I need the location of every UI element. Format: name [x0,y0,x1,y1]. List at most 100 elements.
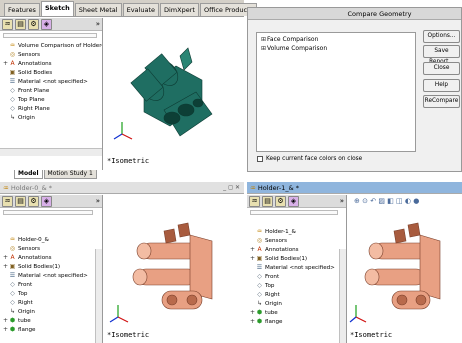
tree-item[interactable]: + ⬢ tube [250,308,335,317]
tree-item[interactable]: ☰ Material <not specified> [250,263,335,272]
tab-dimxpert[interactable]: DimXpert [160,3,199,16]
tree-item[interactable]: ◎ Sensors [250,236,335,245]
plane-icon: ◇ [257,291,262,298]
tree-item[interactable]: ◇ Right [250,290,335,299]
close-button[interactable]: Close [423,62,460,75]
feature-tree-icon[interactable]: ♒ [249,195,260,207]
holder0-feature-manager: ♒ ▤ ⚙ ◈ » ♒ Holder-0_& ◎ Sensors + A Annotatio… [0,195,103,343]
dialog-title: Compare Geometry [347,9,412,18]
sensor-icon: ◎ [9,245,16,252]
filter-bar[interactable] [250,210,338,215]
part-icon: ♒ [9,42,16,49]
tree-item[interactable]: ◇ Front [250,272,335,281]
keep-colors-checkbox[interactable] [257,156,263,162]
tab-features[interactable]: Features [4,3,40,16]
display-manager-icon[interactable]: ◈ [288,195,299,207]
configuration-icon[interactable]: ⚙ [28,195,39,207]
plane-icon: ◇ [10,87,15,94]
tab-sketch[interactable]: Sketch [40,1,74,16]
tree-item[interactable]: ◇ Top Plane [3,95,102,104]
view-orientation-label: *Isometric [350,331,393,339]
origin-icon: ↳ [256,300,263,307]
tree-item[interactable]: + ⬢ flange [250,317,335,326]
tree-item[interactable]: ♒ Holder-0_& [3,235,88,244]
tree-item[interactable]: + ▣ Solid Bodies(1) [250,254,335,263]
tree-item[interactable]: + A Annotations [3,59,102,68]
tree-item-label: Top [265,282,275,289]
holder1-window-titlebar[interactable]: ♒ Holder-1_& * [247,182,462,194]
tree-item[interactable]: ▣ Solid Bodies [3,68,102,77]
vertical-scrollbar[interactable] [339,249,346,343]
list-item-volume-comparison[interactable]: ⊞ Volume Comparison [261,44,411,53]
property-manager-icon[interactable]: ▤ [15,18,26,30]
tree-item[interactable]: ↳ Origin [250,299,335,308]
tree-item[interactable]: ◇ Top [250,281,335,290]
tree-item[interactable]: ☰ Material <not specified> [3,271,88,280]
tree-item[interactable]: + ⬢ flange [3,325,88,334]
tab-model[interactable]: Model [14,170,43,179]
tree-item[interactable]: ◇ Front [3,280,88,289]
solid-bodies-icon: ▣ [9,69,16,76]
expand-chevron-icon[interactable]: » [96,20,100,28]
tree-item[interactable]: ♒Volume Comparison of Holder-0_& [3,41,102,50]
vertical-scrollbar[interactable] [95,249,102,343]
tree-item[interactable]: ◇ Right Plane [3,104,102,113]
tab-motion-study-1[interactable]: Motion Study 1 [43,170,97,179]
feature-tree-icon[interactable]: ♒ [2,18,13,30]
tab-evaluate[interactable]: Evaluate [122,3,159,16]
tree-item[interactable]: ◎ Sensors [3,50,102,59]
tree-item-label: Sensors [18,245,41,252]
horizontal-scrollbar[interactable] [0,148,102,156]
tree-item[interactable]: ◇ Right [3,298,88,307]
display-manager-icon[interactable]: ◈ [41,18,52,30]
feature-tree-icon[interactable]: ♒ [2,195,13,207]
expand-chevron-icon[interactable]: » [96,197,100,205]
expand-chevron-icon[interactable]: » [340,197,344,205]
tree-item[interactable]: + A Annotations [3,253,88,262]
help-button[interactable]: Help [423,79,460,92]
annotation-icon: A [10,254,15,261]
configuration-icon[interactable]: ⚙ [28,18,39,30]
plane-icon: ◇ [257,282,262,289]
tree-item[interactable]: + ⬢ tube [3,316,88,325]
tree-item[interactable]: ◎ Sensors [3,244,88,253]
tree-item-label: Front [265,273,280,280]
recompare-button[interactable]: ReCompare [423,95,460,108]
tree-item-label: Origin [18,114,35,121]
tree-item[interactable]: + A Annotations [250,245,335,254]
tree-item[interactable]: ↳ Origin [3,113,102,122]
holder0-window-titlebar[interactable]: ♒ Holder-0_& * _ ◻ ✕ [0,182,244,194]
feature-manager-toolbar: ♒ ▤ ⚙ ◈ » [0,195,102,208]
tree-item[interactable]: ♒ Holder-1_& [250,227,335,236]
tree-item[interactable]: ☰ Material <not specified> [3,77,102,86]
salmon-model-view-right[interactable] [348,195,462,343]
tree-item[interactable]: ↳ Origin [3,307,88,316]
list-item-face-comparison[interactable]: ⊞ Face Comparison [261,35,411,44]
annotation-icon: A [257,246,262,253]
plane-icon: ◇ [257,273,262,280]
tree-item[interactable]: + ▣ Solid Bodies(1) [3,262,88,271]
tree-item-label: Top Plane [18,96,45,103]
configuration-icon[interactable]: ⚙ [275,195,286,207]
tree-item[interactable]: ◇ Top [3,289,88,298]
property-manager-icon[interactable]: ▤ [15,195,26,207]
plane-icon: ◇ [10,299,15,306]
tree-item-label: Solid Bodies(1) [265,255,308,262]
tree-item-label: Front [18,281,33,288]
display-manager-icon[interactable]: ◈ [41,195,52,207]
property-manager-icon[interactable]: ▤ [262,195,273,207]
filter-bar[interactable] [3,33,97,38]
salmon-model-view-left[interactable] [104,195,245,343]
tree-item[interactable]: ◇ Front Plane [3,86,102,95]
dialog-titlebar: Compare Geometry [248,8,461,20]
options-button[interactable]: Options... [423,30,460,43]
tab-sheet-metal[interactable]: Sheet Metal [74,3,122,16]
window-controls[interactable]: _ ◻ ✕ [223,184,240,191]
holder1-feature-manager: ♒ ▤ ⚙ ◈ » ♒ Holder-1_& ◎ Sensors + A Annotatio… [247,195,347,343]
window-title: Holder-0_& * [10,183,52,192]
teal-model-view[interactable] [104,18,245,170]
filter-bar[interactable] [3,210,93,215]
triad-icon [113,122,133,140]
feature-manager-toolbar: ♒ ▤ ⚙ ◈ » [247,195,346,208]
save-report-button[interactable]: Save Report... [423,45,460,65]
